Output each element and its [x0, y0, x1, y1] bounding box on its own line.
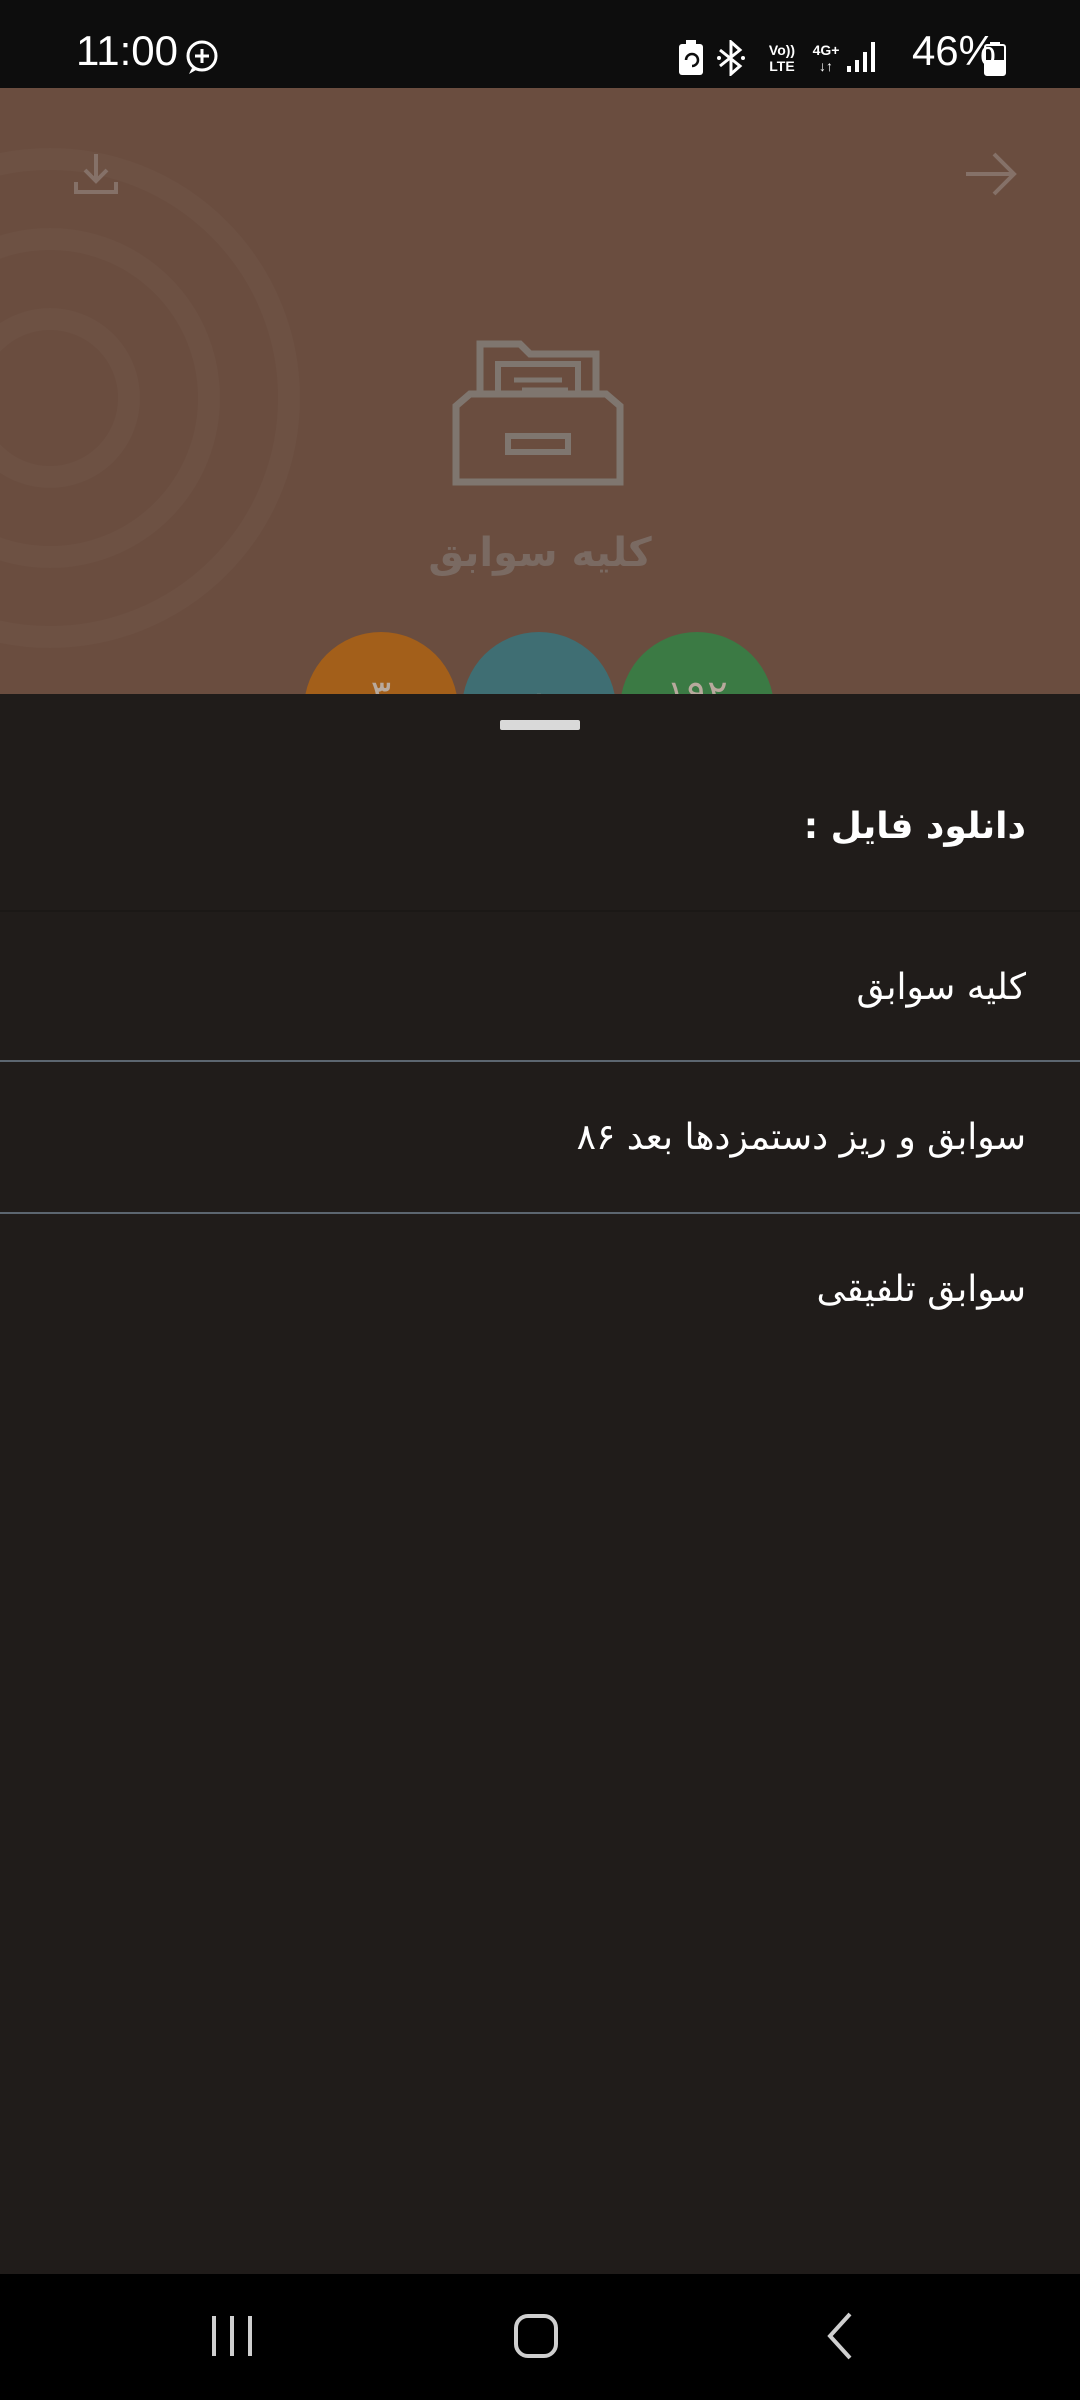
menu-item-label: سوابق تلفیقی — [816, 1268, 1026, 1310]
home-icon[interactable] — [512, 2310, 562, 2366]
volte-icon: Vo)) LTE — [762, 42, 802, 74]
status-time: 11:00 — [76, 27, 178, 74]
volte-label-top: Vo)) — [768, 42, 796, 58]
stat-circle-orange: ۳ — [304, 632, 458, 694]
data-arrows-icon: ↓↑ — [819, 58, 833, 74]
4g-plus-data-icon: 4G+ ↓↑ — [808, 42, 844, 74]
battery-saver-icon — [678, 40, 704, 80]
volte-label-bottom: LTE — [769, 58, 795, 74]
battery-icon — [984, 42, 1006, 80]
bluetooth-icon — [716, 38, 746, 80]
sheet-title: دانلود فایل : — [803, 806, 1026, 847]
menu-item-wages-after-86[interactable]: سوابق و ریز دستمزدها بعد ۸۶ — [0, 1062, 1080, 1212]
menu-item-all-records[interactable]: کلیه سوابق — [0, 912, 1080, 1062]
menu-item-combined-records[interactable]: سوابق تلفیقی — [0, 1214, 1080, 1364]
download-icon[interactable] — [70, 148, 122, 200]
menu-item-label: سوابق و ریز دستمزدها بعد ۸۶ — [576, 1116, 1026, 1158]
drag-handle[interactable] — [500, 720, 580, 730]
whatsapp-icon — [184, 38, 220, 76]
download-bottom-sheet: دانلود فایل : کلیه سوابق سوابق و ریز دست… — [0, 694, 1080, 2274]
recent-apps-icon[interactable] — [208, 2310, 256, 2366]
file-archive-icon — [450, 324, 626, 492]
navigation-bar — [0, 2274, 1080, 2400]
records-title: کلیه سوابق — [428, 530, 652, 576]
stat-circle-teal: ۰ — [462, 632, 616, 694]
stat-value: ۳ — [370, 672, 392, 694]
back-icon[interactable] — [822, 2310, 856, 2366]
menu-item-label: کلیه سوابق — [856, 966, 1026, 1008]
stat-value: ۰ — [528, 672, 550, 694]
app-header: کلیه سوابق ۳ ۰ ۱۹۲ — [0, 88, 1080, 694]
stat-value: ۱۹۲ — [666, 672, 728, 694]
network-label: 4G+ — [812, 42, 840, 58]
arrow-right-icon[interactable] — [962, 148, 1020, 200]
signal-icon — [846, 40, 878, 78]
stat-circle-green: ۱۹۲ — [620, 632, 774, 694]
status-bar: 11:00 Vo)) LTE 4G+ ↓↑ 46% — [0, 0, 1080, 88]
